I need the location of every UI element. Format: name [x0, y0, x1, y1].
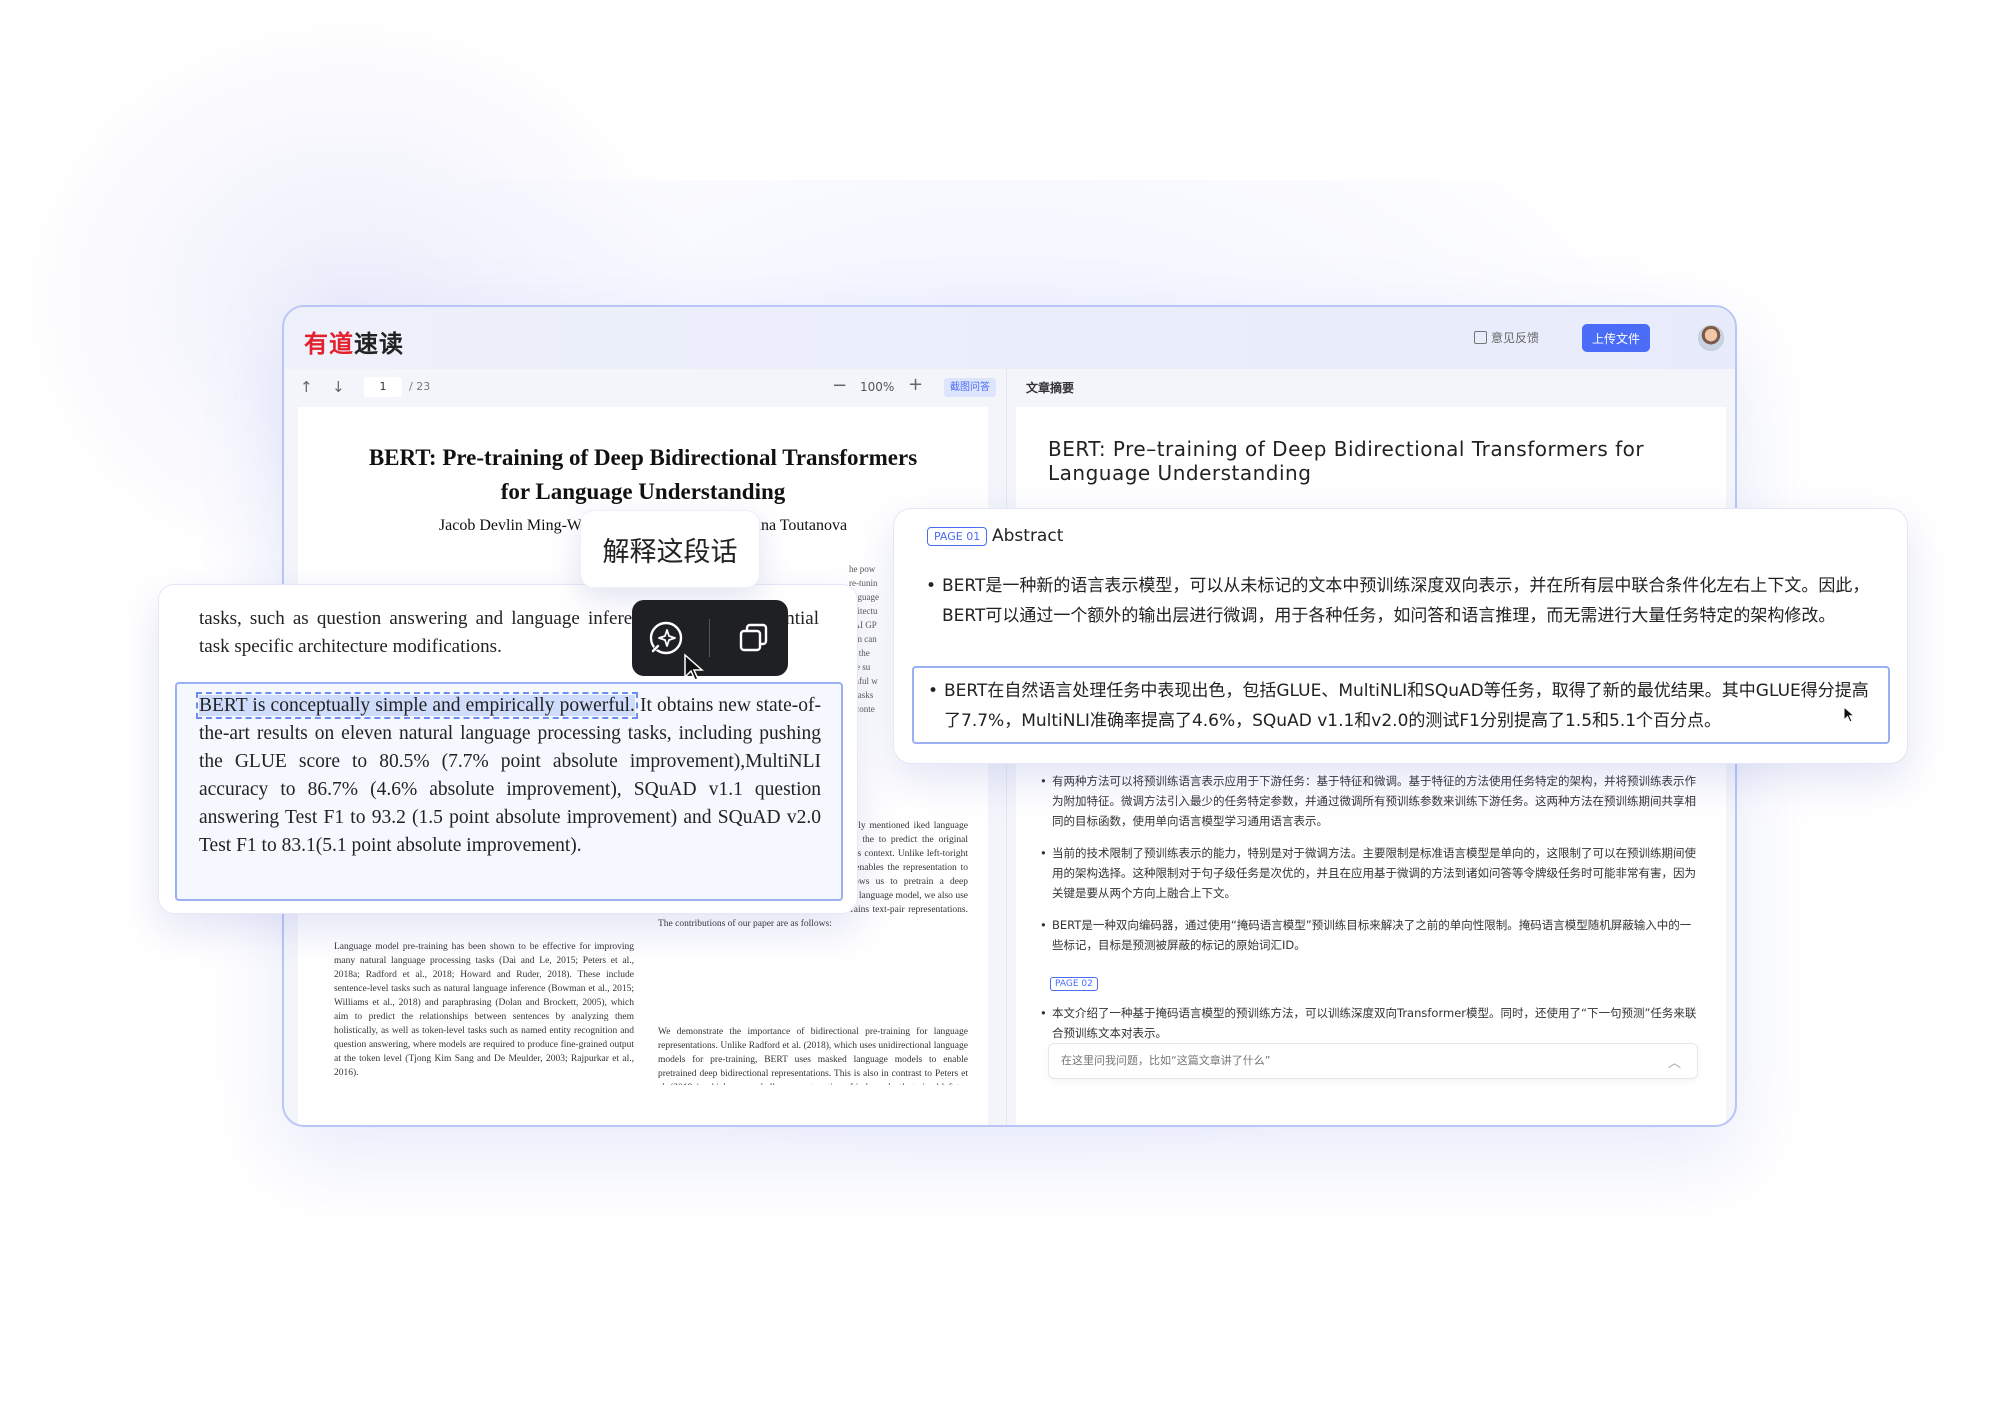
summary-item-text: 当前的技术限制了预训练表示的能力，特别是对于微调方法。主要限制是标准语言模型是单… [1052, 846, 1696, 900]
highlighted-abstract-item[interactable]: • BERT在自然语言处理任务中表现出色，包括GLUE、MultiNLI和SQuA… [912, 666, 1890, 744]
summary-item-text: 本文介绍了一种基于掩码语言模型的预训练方法，可以训练深度双向Transforme… [1052, 1006, 1697, 1040]
paper-title-line1: BERT: Pre-training of Deep Bidirectional… [368, 445, 918, 470]
bullet: • [1040, 846, 1047, 860]
copy-icon[interactable] [730, 614, 778, 662]
summary-title: BERT: Pre–training of Deep Bidirectional… [1048, 437, 1645, 485]
summary-item: • 本文介绍了一种基于掩码语言模型的预训练方法，可以训练深度双向Transform… [1040, 1003, 1702, 1043]
toolbar-separator [709, 619, 711, 657]
bullet: • [926, 576, 937, 596]
prev-page-arrow-icon[interactable]: ↑ [300, 378, 313, 396]
chevron-up-icon[interactable]: ︿ [1668, 1052, 1681, 1071]
avatar[interactable] [1698, 325, 1724, 351]
upload-file-button[interactable]: 上传文件 [1582, 324, 1650, 352]
question-input[interactable] [1061, 1054, 1641, 1067]
top-bar: 有道速读 意见反馈 上传文件 [284, 307, 1735, 369]
zoom-in-icon[interactable]: + [908, 374, 923, 395]
summary-item: • 有两种方法可以将预训练语言表示应用于下游任务：基于特征和微调。基于特征的方法使… [1040, 771, 1702, 831]
selected-paragraph-box[interactable]: BERT is conceptually simple and empirica… [175, 682, 843, 901]
zoom-out-icon[interactable]: − [832, 375, 847, 396]
authors-left: Jacob Devlin Ming-We [438, 517, 588, 534]
page-total: / 23 [409, 380, 431, 393]
frag-line: re-tunin [849, 578, 878, 588]
paragraph-rest: It obtains new state-of-the-art results … [199, 695, 821, 856]
abstract-title: Abstract [992, 526, 1064, 546]
feedback-button[interactable]: 意见反馈 [1474, 329, 1539, 346]
summary-item: • 当前的技术限制了预训练表示的能力，特别是对于微调方法。主要限制是标准语言模型是… [1040, 843, 1702, 903]
logo-dark-part: 速读 [354, 330, 404, 358]
zoom-level: 100% [860, 380, 895, 394]
pdf-right-column-text2: We demonstrate the importance of bidirec… [658, 1027, 968, 1085]
abstract-item: • BERT是一种新的语言表示模型，可以从未标记的文本中预训练深度双向表示，并在所… [926, 571, 1872, 631]
mouse-cursor-icon [683, 653, 705, 687]
frag-line: he pow [849, 564, 876, 574]
page-tag-02[interactable]: PAGE 02 [1050, 977, 1098, 991]
mouse-cursor-icon [1843, 705, 1857, 728]
abstract-summary-card: PAGE 01 Abstract • BERT是一种新的语言表示模型，可以从未标记… [893, 508, 1908, 764]
pdf-left-column-text: Language model pre-training has been sho… [334, 942, 634, 1078]
abstract-item-text: BERT在自然语言处理任务中表现出色，包括GLUE、MultiNLI和SQuAD… [944, 681, 1869, 731]
abstract-item-text: BERT是一种新的语言表示模型，可以从未标记的文本中预训练深度双向表示，并在所有… [942, 576, 1870, 626]
logo-red-part: 有道 [304, 330, 354, 358]
bullet: • [1040, 918, 1047, 932]
summary-header: 文章摘要 [1026, 381, 1075, 395]
explain-paragraph-tooltip[interactable]: 解释这段话 [580, 510, 760, 588]
bullet: • [928, 681, 939, 701]
question-input-box[interactable]: ︿ [1048, 1043, 1698, 1079]
abstract-item: • BERT在自然语言处理任务中表现出色，包括GLUE、MultiNLI和SQuA… [928, 676, 1869, 736]
highlighted-sentence[interactable]: BERT is conceptually simple and empirica… [196, 692, 638, 719]
pdf-toolbar: ↑ ↓ 1 / 23 − 100% + 截图问答 [284, 369, 999, 407]
screenshot-qa-button[interactable]: 截图问答 [944, 378, 996, 397]
summary-item: • BERT是一种双向编码器，通过使用“掩码语言模型”预训练目标来解决了之前的单向… [1040, 915, 1702, 955]
feedback-icon [1474, 331, 1487, 344]
paper-title-line2: for Language Understanding [500, 479, 786, 504]
bullet: • [1040, 774, 1047, 788]
summary-item-text: 有两种方法可以将预训练语言表示应用于下游任务：基于特征和微调。基于特征的方法使用… [1052, 774, 1696, 828]
next-page-arrow-icon[interactable]: ↓ [332, 378, 345, 396]
bullet: • [1040, 1006, 1047, 1020]
app-logo[interactable]: 有道速读 [304, 324, 404, 359]
feedback-label: 意见反馈 [1491, 331, 1540, 345]
summary-item-text: BERT是一种双向编码器，通过使用“掩码语言模型”预训练目标来解决了之前的单向性… [1052, 918, 1692, 952]
paper-title: BERT: Pre-training of Deep Bidirectional… [318, 441, 968, 509]
authors-right: stina Toutanova [745, 517, 848, 534]
selected-paragraph-text: BERT is conceptually simple and empirica… [196, 692, 821, 860]
selection-toolbar [632, 600, 788, 676]
page-number-input[interactable]: 1 [364, 377, 402, 397]
page-tag-01[interactable]: PAGE 01 [927, 527, 988, 546]
